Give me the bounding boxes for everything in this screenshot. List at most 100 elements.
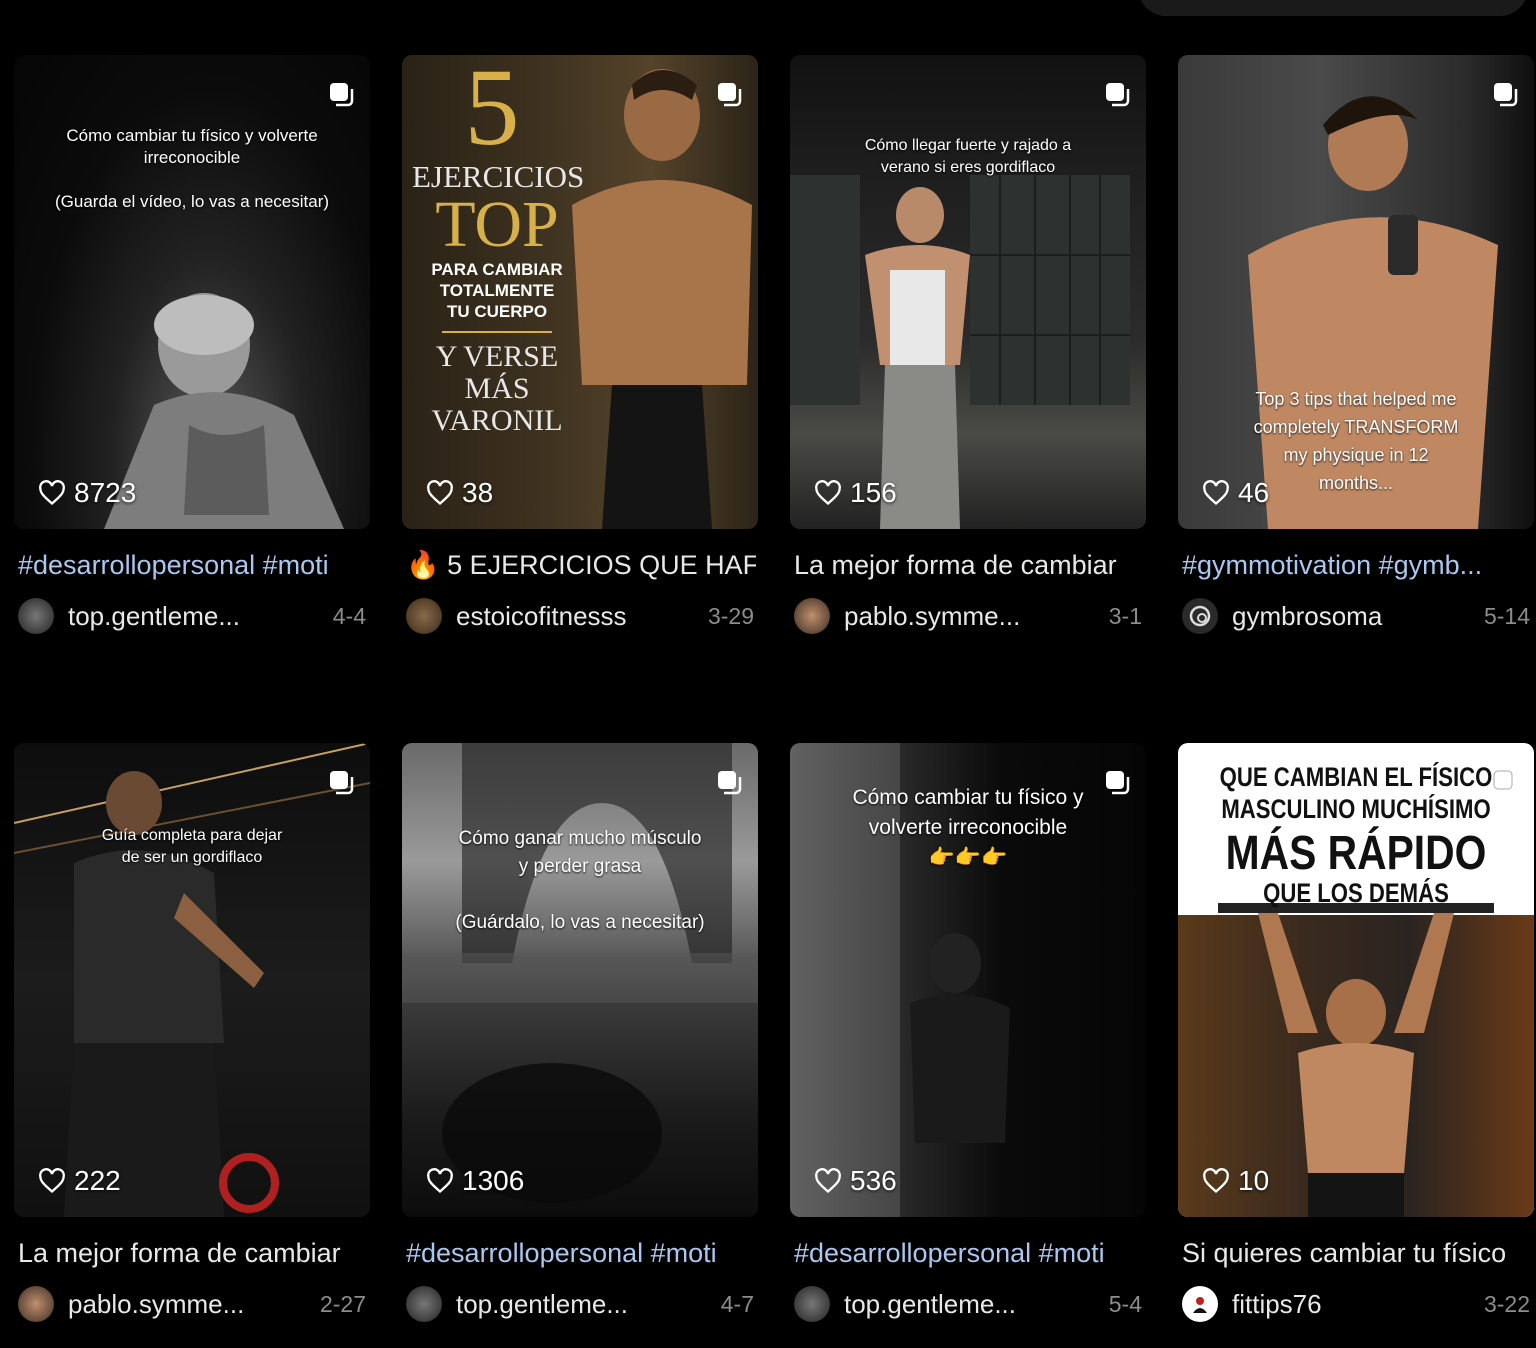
video-thumbnail[interactable]: Cómo ganar mucho músculo y perder grasa … bbox=[402, 743, 758, 1217]
man-illustration bbox=[572, 69, 752, 529]
video-caption[interactable]: 🔥 5 EJERCICIOS QUE HAF bbox=[402, 549, 756, 581]
video-thumbnail[interactable]: Cómo cambiar tu físico y volverte irreco… bbox=[790, 743, 1146, 1217]
video-caption[interactable]: La mejor forma de cambiar bbox=[790, 549, 1144, 581]
heart-outline-icon bbox=[815, 480, 841, 506]
username[interactable]: pablo.symme... bbox=[68, 1289, 320, 1320]
multi-photo-icon bbox=[330, 83, 354, 107]
video-card[interactable]: Top 3 tips that helped me completely TRA… bbox=[1178, 55, 1534, 635]
username[interactable]: fittips76 bbox=[1232, 1289, 1484, 1320]
like-count-value: 10 bbox=[1238, 1165, 1270, 1196]
video-caption[interactable]: #gymmotivation #gymb... bbox=[1178, 549, 1532, 581]
heart-outline-icon bbox=[427, 480, 453, 506]
multi-photo-icon bbox=[1494, 83, 1518, 107]
author-row[interactable]: top.gentleme... 4-4 bbox=[14, 597, 370, 635]
video-card[interactable]: Cómo cambiar tu físico y volverte irreco… bbox=[790, 743, 1146, 1323]
multi-photo-icon bbox=[1106, 771, 1130, 795]
video-card[interactable]: 5 EJERCICIOS TOP PARA CAMBIAR TOTALMENTE… bbox=[402, 55, 758, 635]
video-card[interactable]: QUE CAMBIAN EL FÍSICO MASCULINO MUCHÍSIM… bbox=[1178, 743, 1534, 1323]
poster-line2: TOP bbox=[435, 188, 559, 261]
video-card[interactable]: Guía completa para dejar de ser un gordi… bbox=[14, 743, 370, 1323]
video-thumbnail[interactable]: Top 3 tips that helped me completely TRA… bbox=[1178, 55, 1534, 529]
like-count: 222 bbox=[38, 1165, 121, 1197]
like-count-value: 222 bbox=[74, 1165, 121, 1196]
multi-photo-icon bbox=[330, 771, 354, 795]
video-caption[interactable]: La mejor forma de cambiar bbox=[14, 1237, 368, 1269]
top-search-pill[interactable] bbox=[1138, 0, 1528, 16]
like-count-value: 8723 bbox=[74, 477, 137, 508]
poster-headline: QUE CAMBIAN EL FÍSICO MASCULINO MUCHÍSIM… bbox=[1219, 762, 1493, 824]
like-count: 1306 bbox=[426, 1165, 524, 1197]
like-count: 10 bbox=[1202, 1165, 1269, 1197]
avatar[interactable] bbox=[406, 598, 442, 634]
post-date: 3-29 bbox=[707, 602, 754, 629]
video-thumbnail[interactable]: Cómo llegar fuerte y rajado a verano si … bbox=[790, 55, 1146, 529]
like-count-value: 46 bbox=[1238, 477, 1270, 508]
username[interactable]: top.gentleme... bbox=[68, 601, 333, 632]
poster-number: 5 bbox=[464, 55, 520, 168]
poster-line3: PARA CAMBIAR TOTALMENTE TU CUERPO bbox=[431, 260, 563, 321]
author-row[interactable]: top.gentleme... 4-7 bbox=[402, 1285, 758, 1323]
gym-man-illustration bbox=[14, 743, 370, 1217]
avatar[interactable] bbox=[18, 598, 54, 634]
avatar[interactable] bbox=[18, 1286, 54, 1322]
like-count: 46 bbox=[1202, 477, 1269, 509]
overlay-text: Cómo cambiar tu físico y volverte irreco… bbox=[852, 786, 1084, 869]
multi-photo-icon bbox=[718, 83, 742, 107]
video-card[interactable]: Cómo cambiar tu físico y volverte irreco… bbox=[14, 55, 370, 635]
video-thumbnail[interactable]: QUE CAMBIAN EL FÍSICO MASCULINO MUCHÍSIM… bbox=[1178, 743, 1534, 1217]
multi-photo-icon bbox=[1493, 770, 1518, 795]
username[interactable]: pablo.symme... bbox=[844, 601, 1109, 632]
heart-outline-icon bbox=[427, 1168, 453, 1194]
author-row[interactable]: pablo.symme... 3-1 bbox=[790, 597, 1146, 635]
like-count: 536 bbox=[814, 1165, 897, 1197]
overlay-text: Cómo cambiar tu físico y volverte irreco… bbox=[54, 126, 330, 211]
avatar[interactable] bbox=[794, 1286, 830, 1322]
video-caption[interactable]: #desarrollopersonal #moti bbox=[14, 549, 368, 581]
avatar[interactable] bbox=[1182, 598, 1218, 634]
brand-logo-icon bbox=[1193, 1297, 1207, 1313]
video-card[interactable]: Cómo ganar mucho músculo y perder grasa … bbox=[402, 743, 758, 1323]
overlay-text: Cómo llegar fuerte y rajado a verano si … bbox=[864, 137, 1072, 176]
video-caption[interactable]: Si quieres cambiar tu físico bbox=[1178, 1237, 1532, 1269]
poster-line4: Y VERSE MÁS VARONIL bbox=[431, 340, 563, 437]
username[interactable]: gymbrosoma bbox=[1232, 601, 1484, 632]
video-caption[interactable]: #desarrollopersonal #moti bbox=[402, 1237, 756, 1269]
avatar[interactable] bbox=[794, 598, 830, 634]
username[interactable]: top.gentleme... bbox=[456, 1289, 721, 1320]
avatar[interactable] bbox=[406, 1286, 442, 1322]
post-date: 3-22 bbox=[1483, 1290, 1530, 1317]
author-row[interactable]: pablo.symme... 2-27 bbox=[14, 1285, 370, 1323]
poster-subline: QUE LOS DEMÁS bbox=[1263, 878, 1449, 908]
username[interactable]: estoicofitnesss bbox=[456, 601, 708, 632]
video-thumbnail[interactable]: Guía completa para dejar de ser un gordi… bbox=[14, 743, 370, 1217]
post-date: 5-14 bbox=[1483, 602, 1530, 629]
like-count: 8723 bbox=[38, 477, 136, 509]
post-date: 4-4 bbox=[332, 602, 366, 629]
author-row[interactable]: estoicofitnesss 3-29 bbox=[402, 597, 758, 635]
like-count-value: 1306 bbox=[462, 1165, 525, 1196]
video-thumbnail[interactable]: 5 EJERCICIOS TOP PARA CAMBIAR TOTALMENTE… bbox=[402, 55, 758, 529]
multi-photo-icon bbox=[718, 771, 742, 795]
video-card[interactable]: Cómo llegar fuerte y rajado a verano si … bbox=[790, 55, 1146, 635]
like-count: 38 bbox=[426, 477, 493, 509]
post-date: 4-7 bbox=[720, 1290, 754, 1317]
palace-pool-illustration bbox=[402, 743, 758, 1203]
brand-logo-icon bbox=[1189, 605, 1211, 627]
multi-photo-icon bbox=[1106, 83, 1130, 107]
video-thumbnail[interactable]: Cómo cambiar tu físico y volverte irreco… bbox=[14, 55, 370, 529]
username[interactable]: top.gentleme... bbox=[844, 1289, 1109, 1320]
author-row[interactable]: fittips76 3-22 bbox=[1178, 1285, 1534, 1323]
heart-outline-icon bbox=[39, 1168, 65, 1194]
poster-divider bbox=[442, 331, 552, 333]
post-date: 2-27 bbox=[319, 1290, 366, 1317]
avatar[interactable] bbox=[1182, 1286, 1218, 1322]
video-caption[interactable]: #desarrollopersonal #moti bbox=[790, 1237, 1144, 1269]
author-row[interactable]: gymbrosoma 5-14 bbox=[1178, 597, 1534, 635]
poster-highlight: MÁS RÁPIDO bbox=[1225, 827, 1487, 880]
author-row[interactable]: top.gentleme... 5-4 bbox=[790, 1285, 1146, 1323]
heart-outline-icon bbox=[1203, 1168, 1229, 1194]
heart-outline-icon bbox=[1203, 480, 1229, 506]
overlay-text: Cómo ganar mucho músculo y perder grasa … bbox=[455, 828, 705, 933]
like-count: 156 bbox=[814, 477, 897, 509]
heart-outline-icon bbox=[815, 1168, 841, 1194]
